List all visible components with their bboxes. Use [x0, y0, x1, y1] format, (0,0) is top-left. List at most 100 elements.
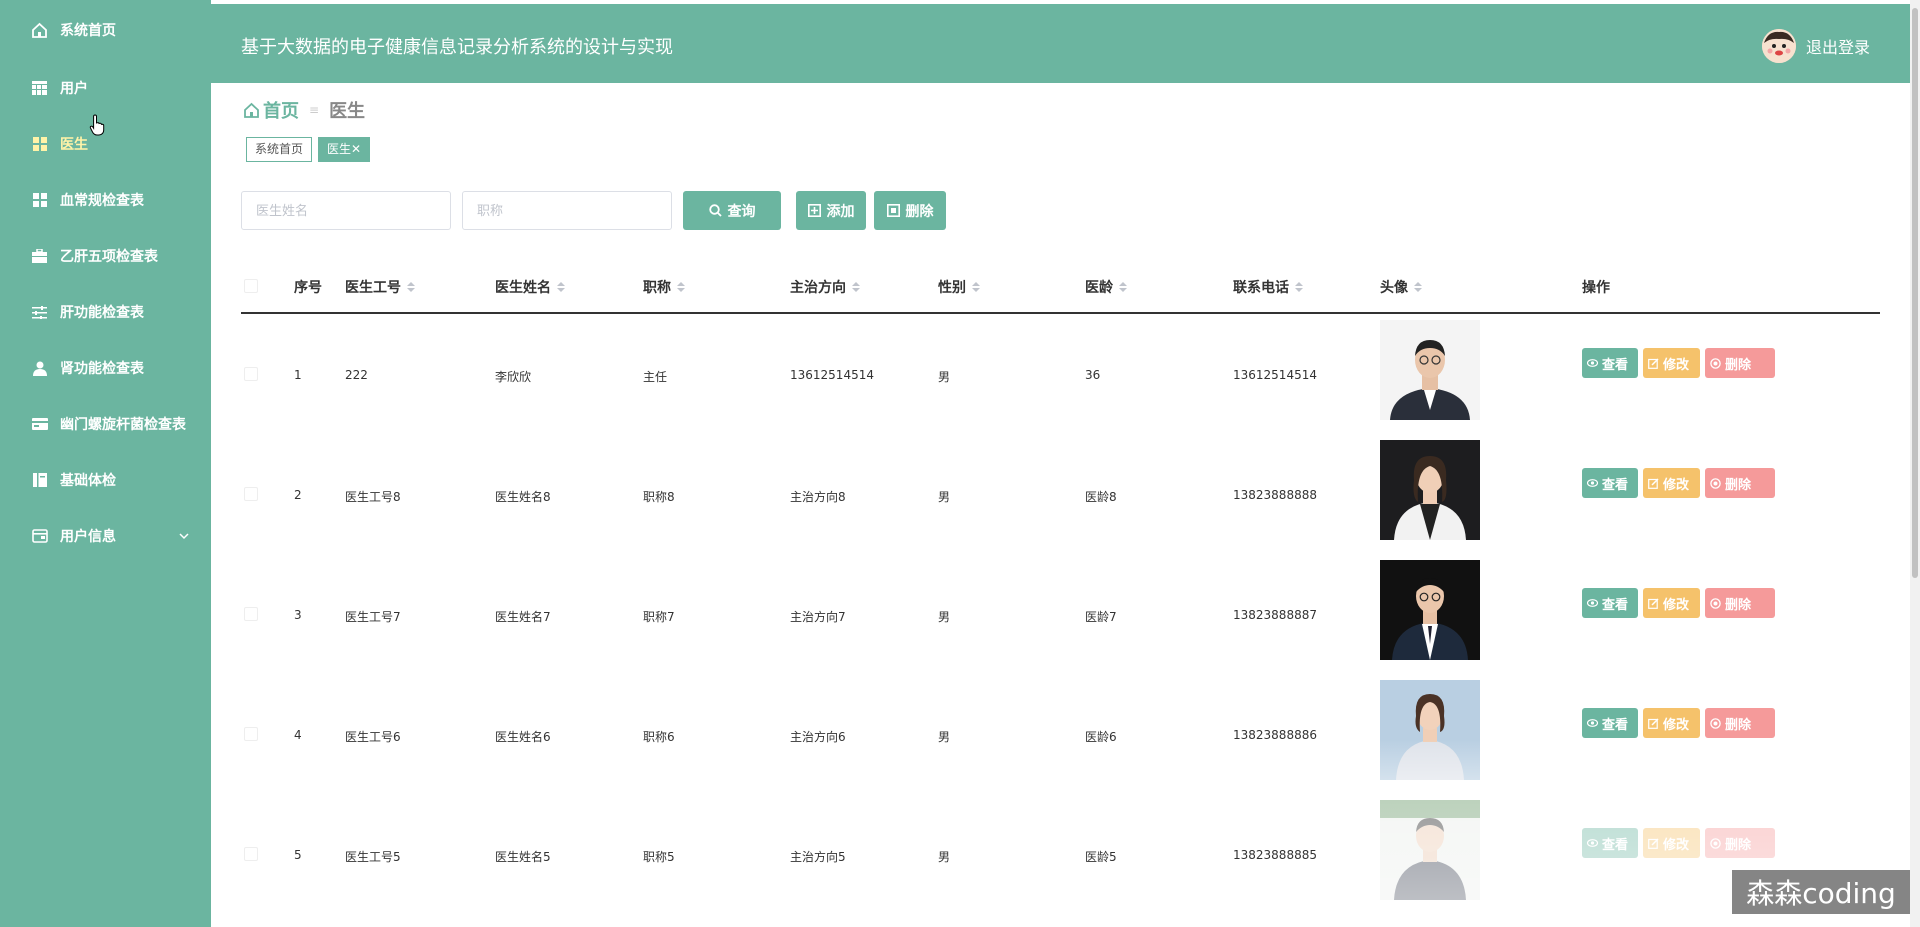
delete-button[interactable]: 删除: [1705, 468, 1775, 498]
batch-delete-button[interactable]: 删除: [874, 191, 946, 230]
sidebar-item-home[interactable]: 系统首页: [0, 0, 211, 60]
delete-button[interactable]: 删除: [1705, 348, 1775, 378]
cell-gender: 男: [938, 490, 951, 504]
view-button[interactable]: 查看: [1582, 468, 1638, 498]
header-gender[interactable]: 性别: [938, 277, 980, 297]
delete-circle-icon: [1710, 717, 1721, 729]
eye-icon: [1587, 719, 1598, 727]
sort-icon: [972, 282, 980, 292]
title-input[interactable]: [462, 191, 672, 230]
cell-specialty: 主治方向8: [790, 490, 846, 504]
view-button[interactable]: 查看: [1582, 708, 1638, 738]
cell-title: 主任: [643, 370, 668, 384]
table-row: 2 医生工号8 医生姓名8 职称8 主治方向8 男 医龄8 1382388888…: [241, 434, 1880, 554]
edit-button[interactable]: 修改: [1643, 348, 1700, 378]
view-button[interactable]: 查看: [1582, 588, 1638, 618]
delete-button[interactable]: 删除: [1705, 708, 1775, 738]
breadcrumb-home[interactable]: 首页: [243, 97, 299, 123]
app-title: 基于大数据的电子健康信息记录分析系统的设计与实现: [241, 37, 673, 58]
cell-specialty: 主治方向5: [790, 850, 846, 864]
vertical-scrollbar[interactable]: [1910, 0, 1920, 927]
tag-doctors[interactable]: 医生✕: [318, 137, 371, 162]
cell-phone: 13823888887: [1233, 608, 1317, 622]
header-actions: 操作: [1582, 280, 1610, 296]
delete-square-icon: [886, 204, 900, 217]
sidebar-item-helicobacter[interactable]: 幽门螺旋杆菌检查表: [0, 396, 211, 452]
doctor-photo[interactable]: [1380, 320, 1480, 420]
cell-doctor-name: 医生姓名6: [495, 730, 551, 744]
row-checkbox[interactable]: [244, 847, 258, 861]
edit-button[interactable]: 修改: [1643, 588, 1700, 618]
cell-gender: 男: [938, 610, 951, 624]
tag-home[interactable]: 系统首页: [246, 137, 313, 162]
edit-button[interactable]: 修改: [1643, 468, 1700, 498]
sidebar-item-user-info[interactable]: 用户信息: [0, 508, 211, 564]
sidebar-item-label: 用户信息: [60, 529, 116, 545]
row-checkbox[interactable]: [244, 727, 258, 741]
cell-doctor-name: 医生姓名8: [495, 490, 551, 504]
table-row: 3 医生工号7 医生姓名7 职称7 主治方向7 男 医龄7 1382388888…: [241, 554, 1880, 674]
cell-index: 4: [294, 728, 302, 742]
header-specialty[interactable]: 主治方向: [790, 277, 860, 297]
cell-doctor-id: 医生工号8: [345, 490, 401, 504]
header-doctor-name[interactable]: 医生姓名: [495, 277, 565, 297]
cell-doctor-id: 医生工号5: [345, 850, 401, 864]
row-actions: 查看 修改 删除: [1582, 468, 1775, 498]
logout-button[interactable]: 退出登录: [1761, 29, 1870, 63]
sidebar-item-liver-function[interactable]: 肝功能检查表: [0, 284, 211, 340]
sort-icon: [852, 282, 860, 292]
add-label: 添加: [826, 202, 855, 219]
table-row: 1 222 李欣欣 主任 13612514514 男 36 1361251451…: [241, 314, 1880, 434]
sidebar-item-users[interactable]: 用户: [0, 60, 211, 116]
header-avatar[interactable]: 头像: [1380, 277, 1422, 297]
cell-years: 医龄7: [1085, 610, 1117, 624]
breadcrumb: 首页 ≡ 医生: [243, 97, 365, 123]
cell-index: 5: [294, 848, 302, 862]
batch-delete-label: 删除: [905, 202, 934, 219]
doctor-name-input[interactable]: [241, 191, 451, 230]
edit-button[interactable]: 修改: [1643, 708, 1700, 738]
briefcase-icon: [31, 248, 48, 265]
doctor-photo[interactable]: [1380, 440, 1480, 540]
row-checkbox[interactable]: [244, 487, 258, 501]
doctor-photo[interactable]: [1380, 560, 1480, 660]
row-checkbox[interactable]: [244, 607, 258, 621]
sidebar-item-hepatitis-b[interactable]: 乙肝五项检查表: [0, 228, 211, 284]
sidebar-item-kidney-function[interactable]: 肾功能检查表: [0, 340, 211, 396]
row-checkbox[interactable]: [244, 367, 258, 381]
scrollbar-thumb[interactable]: [1912, 8, 1918, 578]
table-header: 序号 医生工号 医生姓名 职称 主治方向 性别 医龄 联系电话 头像 操作: [241, 258, 1880, 314]
sliders-icon: [31, 304, 48, 321]
sidebar-item-label: 乙肝五项检查表: [60, 249, 158, 265]
query-button[interactable]: 查询: [683, 191, 781, 230]
book-icon: [31, 472, 48, 489]
cell-specialty: 主治方向6: [790, 730, 846, 744]
add-button[interactable]: 添加: [796, 191, 866, 230]
header-title[interactable]: 职称: [643, 277, 685, 297]
sidebar-item-label: 系统首页: [60, 23, 116, 39]
cell-phone: 13823888885: [1233, 848, 1317, 862]
sort-icon: [407, 282, 415, 292]
edit-icon: [1648, 597, 1659, 609]
sidebar-item-label: 用户: [60, 81, 88, 97]
cell-phone: 13823888886: [1233, 728, 1317, 742]
delete-circle-icon: [1710, 477, 1721, 489]
sidebar-item-label: 幽门螺旋杆菌检查表: [60, 417, 186, 433]
cell-index: 1: [294, 368, 302, 382]
sidebar-item-label: 血常规检查表: [60, 193, 144, 209]
cell-years: 36: [1085, 368, 1101, 382]
view-button[interactable]: 查看: [1582, 348, 1638, 378]
cell-phone: 13612514514: [1233, 368, 1317, 382]
header-doctor-id[interactable]: 医生工号: [345, 277, 415, 297]
sidebar-item-blood-routine[interactable]: 血常规检查表: [0, 172, 211, 228]
sidebar-item-basic-checkup[interactable]: 基础体检: [0, 452, 211, 508]
select-all-checkbox[interactable]: [244, 279, 258, 293]
cell-index: 3: [294, 608, 302, 622]
header-phone[interactable]: 联系电话: [1233, 277, 1303, 297]
header-years[interactable]: 医龄: [1085, 277, 1127, 297]
chevron-down-icon[interactable]: [179, 528, 189, 544]
sort-icon: [677, 282, 685, 292]
table-icon: [31, 80, 48, 97]
cell-gender: 男: [938, 370, 951, 384]
delete-button[interactable]: 删除: [1705, 588, 1775, 618]
